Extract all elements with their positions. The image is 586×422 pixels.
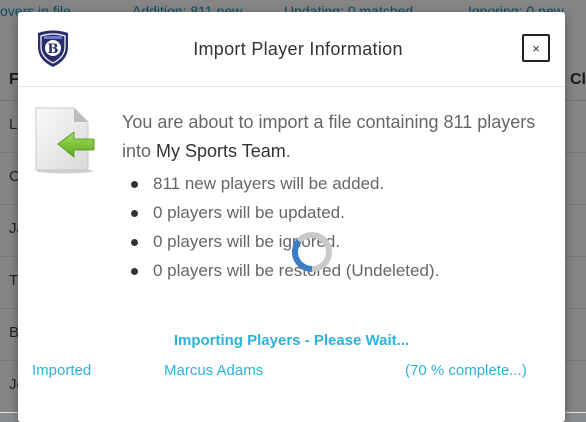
import-status: Importing Players - Please Wait... xyxy=(173,332,410,349)
file-import-icon xyxy=(32,106,98,174)
dialog-header: B Import Player Information × xyxy=(18,12,565,87)
import-details-list: 811 new players will be added. 0 players… xyxy=(128,169,439,285)
current-player-name: Marcus Adams xyxy=(164,362,264,379)
loading-spinner xyxy=(290,230,334,274)
list-item: 0 players will be updated. xyxy=(128,198,439,227)
list-item: 811 new players will be added. xyxy=(128,169,439,198)
progress-label: Imported xyxy=(32,362,92,379)
team-name: My Sports Team xyxy=(156,141,286,161)
import-dialog: B Import Player Information × You are ab… xyxy=(18,12,565,422)
close-button[interactable]: × xyxy=(522,34,550,62)
message-suffix: . xyxy=(285,141,291,161)
list-item: 0 players will be ignored. xyxy=(128,227,439,256)
import-summary-text: You are about to import a file containin… xyxy=(122,108,552,166)
list-item: 0 players will be restored (Undeleted). xyxy=(128,256,439,285)
progress-percent: (70 % complete...) xyxy=(405,362,527,379)
dialog-title: Import Player Information xyxy=(193,39,403,59)
